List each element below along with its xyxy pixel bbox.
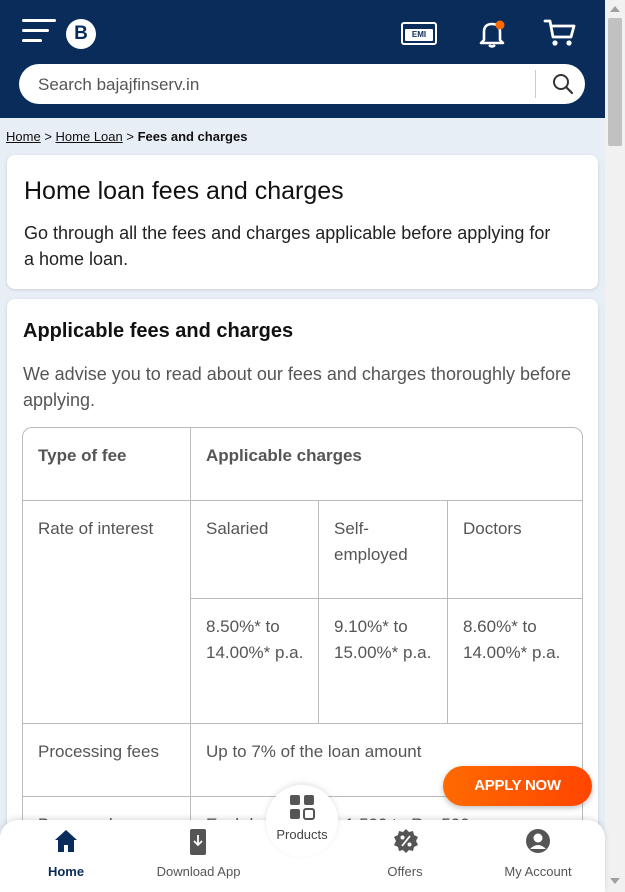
cart-icon[interactable] [543, 18, 577, 48]
rate-of-interest-label: Rate of interest [38, 519, 154, 538]
rate-doctors: 8.60%* to 14.00%* p.a. [463, 617, 561, 662]
apply-now-button[interactable]: APPLY NOW [443, 766, 592, 806]
scroll-thumb[interactable] [608, 18, 622, 146]
breadcrumb-separator: > [126, 129, 134, 144]
fees-description: We advise you to read about our fees and… [23, 364, 572, 410]
nav-offers-label: Offers [387, 864, 423, 879]
search-input[interactable]: Search bajajfinserv.in [38, 75, 199, 95]
intro-card: Home loan fees and charges Go through al… [7, 155, 598, 289]
category-doctors: Doctors [463, 519, 522, 538]
processing-fees-value: Up to 7% of the loan amount [206, 742, 422, 761]
page-title: Home loan fees and charges [24, 177, 344, 205]
emi-label: EMI [405, 29, 433, 41]
scroll-down-arrow-icon[interactable] [610, 878, 620, 884]
nav-my-account[interactable]: My Account [478, 820, 598, 892]
breadcrumb: Home > Home Loan > Fees and charges [6, 129, 247, 144]
offers-icon [394, 829, 418, 853]
nav-home-label: Home [47, 864, 85, 879]
emi-calculator-icon[interactable]: EMI [401, 22, 437, 45]
nav-products[interactable]: Products [266, 785, 338, 857]
bell-icon[interactable] [476, 18, 508, 48]
nav-products-label: Products [276, 827, 328, 842]
site-header: B EMI Search bajajfinserv.in [0, 0, 605, 118]
nav-download-app-label: Download App [156, 864, 241, 879]
intro-description: Go through all the fees and charges appl… [24, 223, 551, 269]
search-icon[interactable] [552, 73, 574, 95]
rate-self-employed: 9.10%* to 15.00%* p.a. [334, 617, 432, 662]
hamburger-menu-icon[interactable] [22, 19, 56, 45]
scroll-up-arrow-icon[interactable] [610, 6, 620, 12]
download-app-icon [190, 829, 206, 855]
nav-my-account-label: My Account [504, 864, 572, 879]
nav-home[interactable]: Home [16, 820, 116, 892]
bajaj-logo[interactable]: B [66, 19, 96, 49]
rate-salaried: 8.50%* to 14.00%* p.a. [206, 617, 304, 662]
breadcrumb-current: Fees and charges [137, 129, 248, 144]
category-self-employed: Self-employed [334, 519, 408, 564]
table-header-charges: Applicable charges [206, 446, 362, 465]
notification-dot [495, 20, 505, 30]
nav-download-app[interactable]: Download App [142, 820, 255, 892]
search-bar[interactable]: Search bajajfinserv.in [19, 64, 585, 104]
account-icon [526, 829, 550, 853]
breadcrumb-separator: > [44, 129, 52, 144]
processing-fees-label: Processing fees [38, 742, 159, 761]
nav-offers[interactable]: Offers [355, 820, 455, 892]
breadcrumb-home[interactable]: Home [6, 129, 41, 144]
search-divider [535, 70, 536, 98]
products-grid-icon [290, 795, 315, 820]
category-salaried: Salaried [206, 519, 269, 538]
breadcrumb-home-loan[interactable]: Home Loan [56, 129, 123, 144]
home-icon [55, 830, 77, 852]
table-header-type: Type of fee [38, 446, 127, 465]
fees-heading: Applicable fees and charges [23, 320, 294, 342]
